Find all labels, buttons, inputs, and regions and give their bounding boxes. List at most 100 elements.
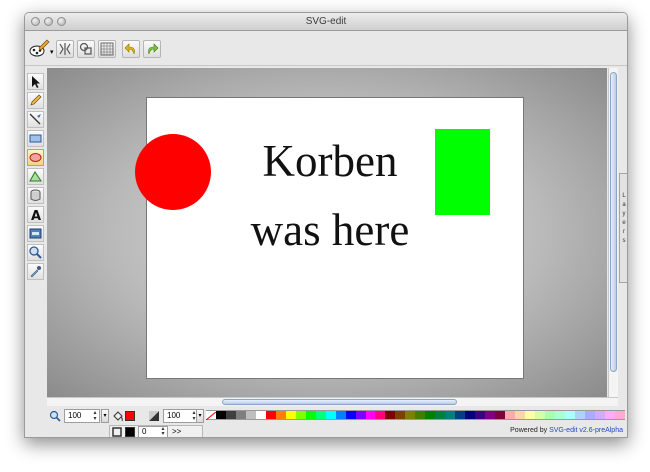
palette-swatch[interactable]: [375, 411, 386, 419]
palette-swatch[interactable]: [445, 411, 456, 419]
chevron-down-icon: ▾: [198, 413, 202, 419]
palette-swatch[interactable]: [295, 411, 306, 419]
vertical-scrollbar[interactable]: [608, 68, 618, 397]
palette-swatch[interactable]: [455, 411, 466, 419]
horizontal-scrollbar[interactable]: [47, 397, 618, 406]
undo-icon: [124, 43, 135, 55]
palette-swatch[interactable]: [544, 411, 555, 419]
palette-swatch[interactable]: [574, 411, 585, 419]
app-window: SVG-edit ▾ A Korben was here L a y e r s…: [24, 12, 628, 438]
zoom-dropdown-button[interactable]: ▾: [101, 409, 109, 423]
path-tool[interactable]: [27, 168, 44, 185]
stroke-width-value: 0: [142, 427, 147, 436]
eyedropper-icon: [30, 266, 41, 278]
palette-swatch[interactable]: [465, 411, 476, 419]
palette-swatch[interactable]: [415, 411, 426, 419]
palette-swatch[interactable]: [584, 411, 595, 419]
drawing[interactable]: Korben was here: [135, 98, 523, 378]
palette-swatch[interactable]: [265, 411, 276, 419]
palette-swatch[interactable]: [255, 411, 266, 419]
line-tool[interactable]: [27, 111, 44, 128]
source-code-icon: [79, 42, 92, 55]
image-tool[interactable]: [27, 187, 44, 204]
chevron-down-icon: ▾: [103, 413, 107, 419]
palette-swatch[interactable]: [215, 411, 226, 419]
opacity-input[interactable]: 100 ▴ ▾: [163, 409, 199, 423]
layers-tab-letter: y: [622, 211, 626, 217]
palette-swatch[interactable]: [594, 411, 605, 419]
fill-color-swatch[interactable]: [125, 411, 135, 421]
palette-swatch[interactable]: [425, 411, 436, 419]
select-tool[interactable]: [27, 73, 44, 90]
layers-panel-toggle[interactable]: L a y e r s: [619, 173, 627, 283]
was-here-text[interactable]: was here: [251, 205, 410, 255]
image-insert-tool[interactable]: [27, 225, 44, 242]
stroke-icon: [112, 427, 122, 437]
palette-swatch[interactable]: [485, 411, 496, 419]
main-menu-button[interactable]: [28, 38, 50, 60]
palette-swatch[interactable]: [325, 411, 336, 419]
palette-swatch[interactable]: [554, 411, 565, 419]
pencil-tool[interactable]: [27, 92, 44, 109]
palette-swatch[interactable]: [385, 411, 396, 419]
wireframe-toggle-button[interactable]: [56, 40, 74, 58]
window-title: SVG-edit: [305, 16, 347, 27]
palette-swatch[interactable]: [515, 411, 525, 419]
rectangle-tool[interactable]: [27, 130, 44, 147]
palette-swatch[interactable]: [505, 411, 516, 419]
zoom-tool[interactable]: [27, 244, 44, 261]
palette-swatch[interactable]: [405, 411, 416, 419]
palette-swatch[interactable]: [285, 411, 296, 419]
more-stroke-options-button[interactable]: >>: [172, 427, 181, 436]
powered-by-footer: Powered by SVG-edit v2.6-preAlpha: [510, 427, 623, 434]
tools-panel: A: [25, 68, 45, 280]
palette-swatch[interactable]: [435, 411, 446, 419]
text-tool[interactable]: A: [27, 206, 44, 223]
vertical-scroll-thumb[interactable]: [610, 72, 617, 372]
palette-swatch[interactable]: [525, 411, 535, 419]
opacity-dropdown-button[interactable]: ▾: [196, 409, 204, 423]
spinner-arrows-icon[interactable]: ▴ ▾: [91, 410, 99, 422]
palette-swatch[interactable]: [564, 411, 575, 419]
palette-swatch[interactable]: [604, 411, 615, 419]
svg-canvas[interactable]: Korben was here: [135, 97, 524, 379]
palette-swatch[interactable]: [345, 411, 356, 419]
grid-toggle-button[interactable]: [98, 40, 116, 58]
zoom-value: 100: [68, 411, 82, 420]
svg-edit-link[interactable]: SVG-edit v2.6-preAlpha: [549, 427, 623, 434]
green-rectangle[interactable]: [435, 129, 490, 215]
pencil-icon: [30, 94, 42, 106]
text-a-icon: A: [31, 209, 41, 222]
undo-button[interactable]: [122, 40, 140, 58]
zoom-input[interactable]: 100 ▴ ▾: [64, 409, 100, 423]
palette-swatch[interactable]: [534, 411, 545, 419]
source-button[interactable]: [77, 40, 95, 58]
palette-swatch[interactable]: [305, 411, 316, 419]
wireframe-icon: [59, 43, 71, 55]
palette-swatch[interactable]: [475, 411, 486, 419]
palette-swatch[interactable]: [365, 411, 376, 419]
palette-swatch[interactable]: [355, 411, 366, 419]
palette-swatch[interactable]: [315, 411, 326, 419]
chevron-down-icon[interactable]: ▾: [50, 48, 54, 56]
stroke-color-swatch[interactable]: [125, 427, 135, 437]
palette-swatch[interactable]: [335, 411, 346, 419]
palette-swatch[interactable]: [395, 411, 406, 419]
palette-none-swatch[interactable]: [205, 411, 217, 421]
palette-swatch[interactable]: [235, 411, 246, 419]
canvas-workarea[interactable]: Korben was here: [47, 68, 607, 397]
palette-swatch[interactable]: [495, 411, 506, 419]
horizontal-scroll-thumb[interactable]: [222, 399, 457, 405]
palette-swatch[interactable]: [225, 411, 236, 419]
palette-swatch[interactable]: [245, 411, 256, 419]
palette-swatch[interactable]: [614, 411, 625, 419]
spinner-arrows-icon[interactable]: ▴ ▾: [159, 426, 167, 437]
korben-text[interactable]: Korben: [263, 136, 398, 186]
color-palette[interactable]: [205, 410, 625, 421]
red-circle[interactable]: [135, 134, 211, 210]
redo-button[interactable]: [143, 40, 161, 58]
eyedropper-tool[interactable]: [27, 263, 44, 280]
palette-swatch[interactable]: [275, 411, 286, 419]
ellipse-tool[interactable]: [27, 149, 44, 166]
stroke-width-input[interactable]: 0 ▴ ▾: [138, 426, 168, 437]
